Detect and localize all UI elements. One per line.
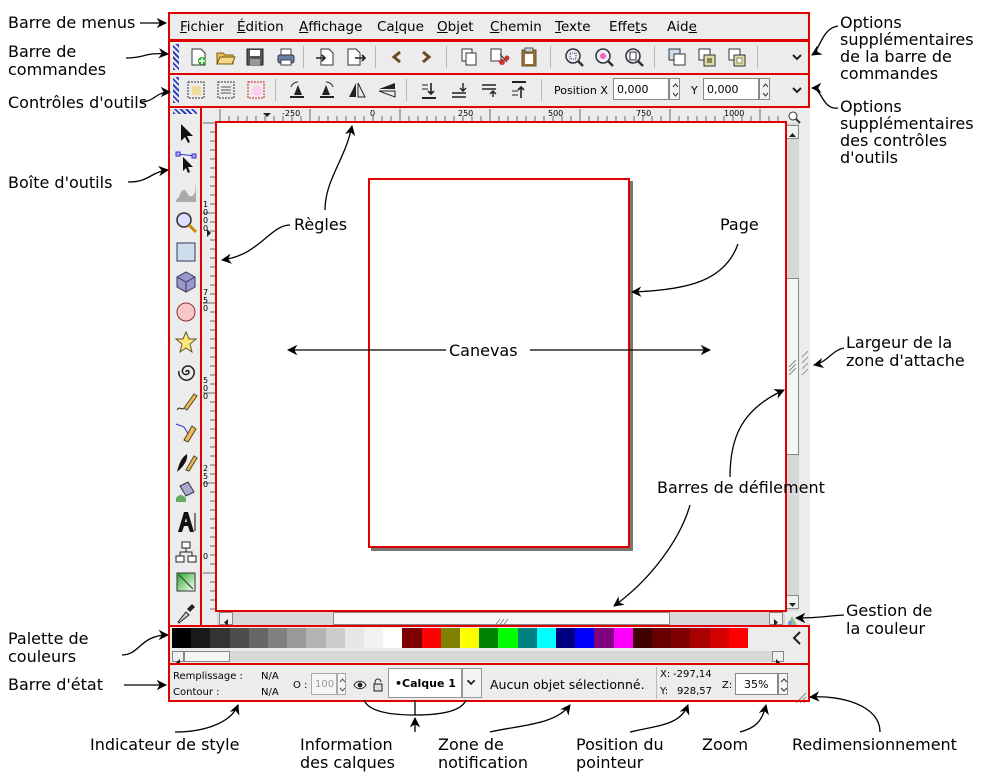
annotation-arrows — [121, 17, 881, 733]
